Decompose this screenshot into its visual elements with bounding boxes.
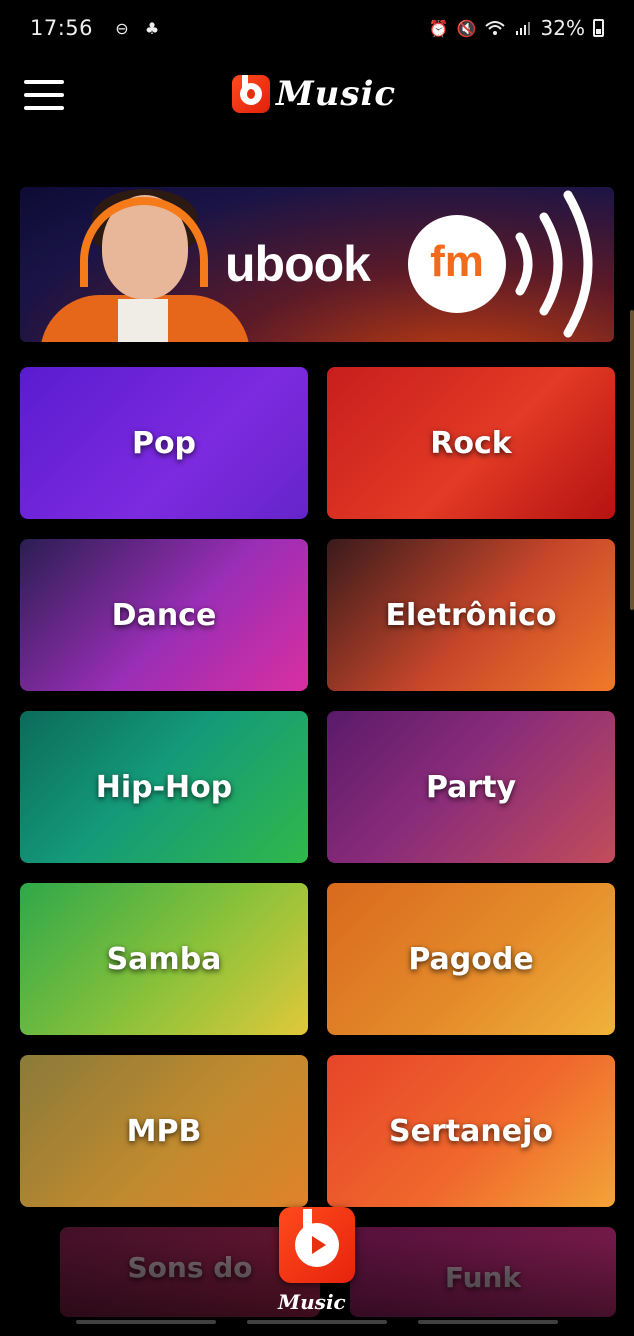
fm-badge-text: fm <box>430 237 484 286</box>
scrollbar[interactable] <box>630 310 634 610</box>
nav-indicator <box>246 1320 387 1324</box>
genre-tile-pagode[interactable]: Pagode <box>327 883 615 1035</box>
genre-label: Samba <box>106 941 222 977</box>
wifi-icon <box>484 18 505 38</box>
genre-label: Dance <box>111 597 217 633</box>
genre-label: Pop <box>131 425 197 461</box>
genre-tile-samba[interactable]: Samba <box>20 883 308 1035</box>
genre-label: Funk <box>444 1261 522 1294</box>
fm-badge: fm <box>408 215 506 313</box>
battery-icon <box>593 19 604 37</box>
play-logo-icon <box>295 1209 339 1267</box>
genre-tile-rock[interactable]: Rock <box>327 367 615 519</box>
genre-label: Sertanejo <box>389 1113 553 1149</box>
radio-waves-icon <box>515 190 593 338</box>
bottom-nav-label: Music <box>278 1290 346 1314</box>
status-left-icons: ⊖ ♣ <box>112 18 162 38</box>
mute-icon: 🔇 <box>456 18 477 38</box>
bottom-nav-indicators <box>0 1320 634 1326</box>
genre-tile-pop[interactable]: Pop <box>20 367 308 519</box>
app-logo: Music <box>232 74 396 114</box>
status-bar: 17:56 ⊖ ♣ ⏰ 🔇 32% <box>0 0 634 60</box>
genre-tile-dance[interactable]: Dance <box>20 539 308 691</box>
genre-tile-mpb[interactable]: MPB <box>20 1055 308 1207</box>
genre-tile-party[interactable]: Party <box>327 711 615 863</box>
alarm-icon: ⏰ <box>428 18 449 38</box>
music-home-button[interactable] <box>279 1207 355 1283</box>
nav-indicator <box>75 1320 216 1324</box>
genre-label: Sons do <box>127 1251 253 1284</box>
battery-percent: 32% <box>540 16 585 40</box>
ubook-b-logo-icon <box>232 75 270 113</box>
genre-label: Hip-Hop <box>95 769 233 805</box>
genre-tile-eletronico[interactable]: Eletrônico <box>327 539 615 691</box>
genre-label: Party <box>425 769 517 805</box>
status-time: 17:56 <box>30 16 94 40</box>
genre-label: MPB <box>126 1113 202 1149</box>
logo-text: Music <box>276 74 397 114</box>
genre-tile-sertanejo[interactable]: Sertanejo <box>327 1055 615 1207</box>
banner-brand: ubook <box>225 236 371 292</box>
genre-label: Rock <box>430 425 512 461</box>
app-bar: Music <box>0 60 634 136</box>
genre-tile-hip-hop[interactable]: Hip-Hop <box>20 711 308 863</box>
genre-tile-funk[interactable]: Funk <box>350 1227 616 1317</box>
status-right: ⏰ 🔇 32% <box>429 16 604 40</box>
ubook-fm-banner[interactable]: ubook fm <box>20 187 614 342</box>
genre-label: Pagode <box>408 941 534 977</box>
app-screen: 17:56 ⊖ ♣ ⏰ 🔇 32% Music ubook fm Pop Roc… <box>0 0 634 1336</box>
signal-icon <box>513 18 533 38</box>
notification-icon: ♣ <box>144 18 160 38</box>
hamburger-menu-icon[interactable] <box>24 80 64 110</box>
nav-indicator <box>418 1320 559 1324</box>
genre-label: Eletrônico <box>385 597 557 633</box>
dnd-icon: ⊖ <box>115 18 129 38</box>
